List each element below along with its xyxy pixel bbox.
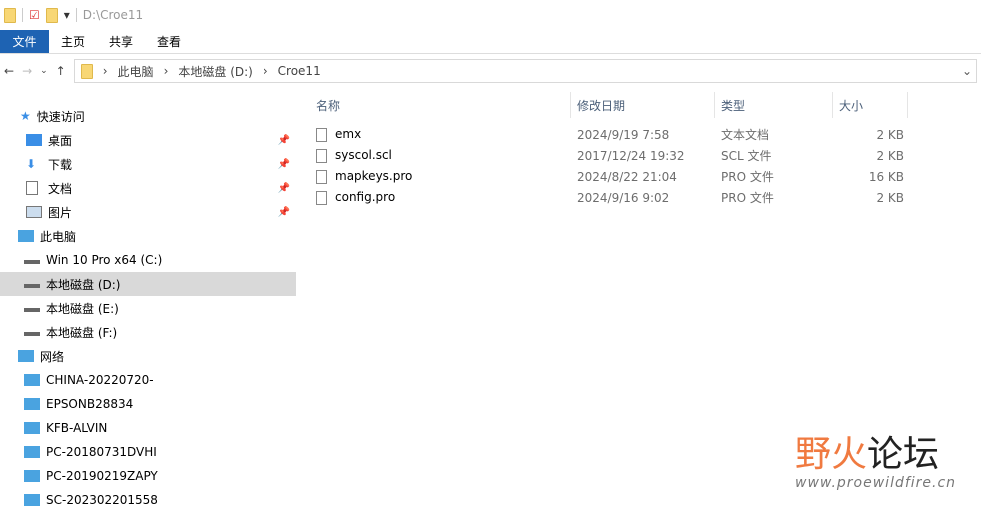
document-icon (26, 181, 38, 195)
nav-drive-f[interactable]: 本地磁盘 (F:) (0, 320, 296, 344)
drive-icon (24, 280, 40, 288)
computer-icon (24, 494, 40, 506)
pin-icon: 📌 (277, 158, 290, 170)
file-icon (316, 190, 327, 205)
nav-drive-d[interactable]: 本地磁盘 (D:) (0, 272, 296, 296)
address-bar[interactable]: › 此电脑 › 本地磁盘 (D:) › Croe11 ⌄ (73, 59, 977, 83)
drive-icon (24, 304, 40, 312)
nav-host[interactable]: PC-20180731DVHI (0, 440, 296, 464)
file-size: 2 KB (876, 127, 904, 142)
customize-toolbar-icon[interactable]: ▾ (64, 8, 70, 22)
breadcrumb-pc[interactable]: 此电脑 (118, 63, 154, 80)
chevron-down-icon[interactable]: ⌄ (962, 64, 972, 78)
tab-home[interactable]: 主页 (49, 30, 97, 53)
recent-chevron-icon[interactable]: ⌄ (40, 66, 48, 76)
nav-network[interactable]: 网络 (0, 344, 296, 368)
window-title: D:\Croe11 (82, 8, 144, 22)
nav-drive-e[interactable]: 本地磁盘 (E:) (0, 296, 296, 320)
nav-documents[interactable]: 文档 📌 (0, 176, 296, 200)
computer-icon (24, 422, 40, 434)
file-date: 2024/8/22 21:04 (577, 169, 677, 184)
computer-icon (24, 470, 40, 482)
file-row[interactable]: emx 2024/9/19 7:58 文本文档 2 KB (310, 124, 981, 145)
file-date: 2024/9/19 7:58 (577, 127, 670, 142)
pin-icon: 📌 (277, 134, 290, 146)
title-bar: ☑ ▾ D:\Croe11 (0, 0, 981, 30)
file-size: 2 KB (876, 148, 904, 163)
chevron-icon: › (163, 64, 169, 78)
file-name: emx (310, 127, 571, 142)
computer-icon (18, 230, 34, 242)
file-row[interactable]: config.pro 2024/9/16 9:02 PRO 文件 2 KB (310, 187, 981, 208)
back-icon[interactable]: ← (4, 64, 14, 78)
download-icon: ⬇ (26, 157, 37, 171)
file-icon (316, 148, 327, 163)
file-date: 2017/12/24 19:32 (577, 148, 685, 163)
file-type: PRO 文件 (721, 170, 774, 184)
tab-share[interactable]: 共享 (97, 30, 145, 53)
breadcrumb-folder[interactable]: Croe11 (278, 64, 321, 78)
nav-pictures[interactable]: 图片 📌 (0, 200, 296, 224)
watermark-logo: 野火论坛 www.proewildfire.cn (795, 434, 957, 492)
column-type[interactable]: 类型 (715, 92, 833, 118)
desktop-icon (26, 134, 42, 146)
file-name: mapkeys.pro (310, 169, 571, 184)
pin-icon: 📌 (277, 182, 290, 194)
new-folder-icon[interactable] (45, 7, 58, 23)
file-type: 文本文档 (721, 128, 770, 142)
column-date[interactable]: 修改日期 (571, 92, 715, 118)
address-row: ← → ⌄ ↑ › 此电脑 › 本地磁盘 (D:) › Croe11 ⌄ (0, 54, 981, 88)
column-size[interactable]: 大小 (833, 92, 908, 118)
file-date: 2024/9/16 9:02 (577, 190, 670, 205)
nav-host[interactable]: CHINA-20220720- (0, 368, 296, 392)
file-name: config.pro (310, 190, 571, 205)
navigation-pane: ★ 快速访问 桌面 📌 ⬇ 下载 📌 文档 📌 图片 📌 此电脑 Win 10 Pro x6… (0, 104, 296, 512)
file-row[interactable]: syscol.scl 2017/12/24 19:32 SCL 文件 2 KB (310, 145, 981, 166)
star-icon: ★ (20, 109, 31, 123)
file-list: 名称 修改日期 类型 大小 emx 2024/9/19 7:58 文本文档 2 KB s… (310, 92, 981, 208)
computer-icon (24, 398, 40, 410)
drive-icon (24, 328, 40, 336)
nav-host[interactable]: SC-202302201558 (0, 488, 296, 512)
picture-icon (26, 206, 42, 218)
file-icon (316, 127, 327, 142)
tab-file[interactable]: 文件 (0, 30, 49, 53)
computer-icon (24, 446, 40, 458)
file-type: SCL 文件 (721, 149, 772, 163)
file-name: syscol.scl (310, 148, 571, 163)
nav-drive-c[interactable]: Win 10 Pro x64 (C:) (0, 248, 296, 272)
ribbon-tabs: 文件 主页 共享 查看 (0, 30, 981, 54)
tab-view[interactable]: 查看 (145, 30, 193, 53)
nav-this-pc[interactable]: 此电脑 (0, 224, 296, 248)
chevron-icon: › (262, 64, 268, 78)
nav-host[interactable]: KFB-ALVIN (0, 416, 296, 440)
folder-icon (4, 7, 16, 23)
file-size: 2 KB (876, 190, 904, 205)
breadcrumb-drive[interactable]: 本地磁盘 (D:) (178, 63, 252, 80)
forward-icon[interactable]: → (22, 64, 32, 78)
chevron-icon: › (102, 64, 108, 78)
folder-icon (80, 63, 93, 79)
file-icon (316, 169, 327, 184)
nav-host[interactable]: EPSONB28834 (0, 392, 296, 416)
drive-icon (24, 256, 40, 264)
nav-quick-access[interactable]: ★ 快速访问 (0, 104, 296, 128)
nav-downloads[interactable]: ⬇ 下载 📌 (0, 152, 296, 176)
up-icon[interactable]: ↑ (56, 64, 66, 78)
network-icon (18, 350, 34, 362)
computer-icon (24, 374, 40, 386)
nav-desktop[interactable]: 桌面 📌 (0, 128, 296, 152)
file-size: 16 KB (868, 169, 904, 184)
column-name[interactable]: 名称 (310, 92, 571, 118)
file-row[interactable]: mapkeys.pro 2024/8/22 21:04 PRO 文件 16 KB (310, 166, 981, 187)
column-headers: 名称 修改日期 类型 大小 (310, 92, 981, 118)
properties-icon[interactable]: ☑ (29, 8, 40, 22)
file-type: PRO 文件 (721, 191, 774, 205)
pin-icon: 📌 (277, 206, 290, 218)
nav-host[interactable]: PC-20190219ZAPY (0, 464, 296, 488)
